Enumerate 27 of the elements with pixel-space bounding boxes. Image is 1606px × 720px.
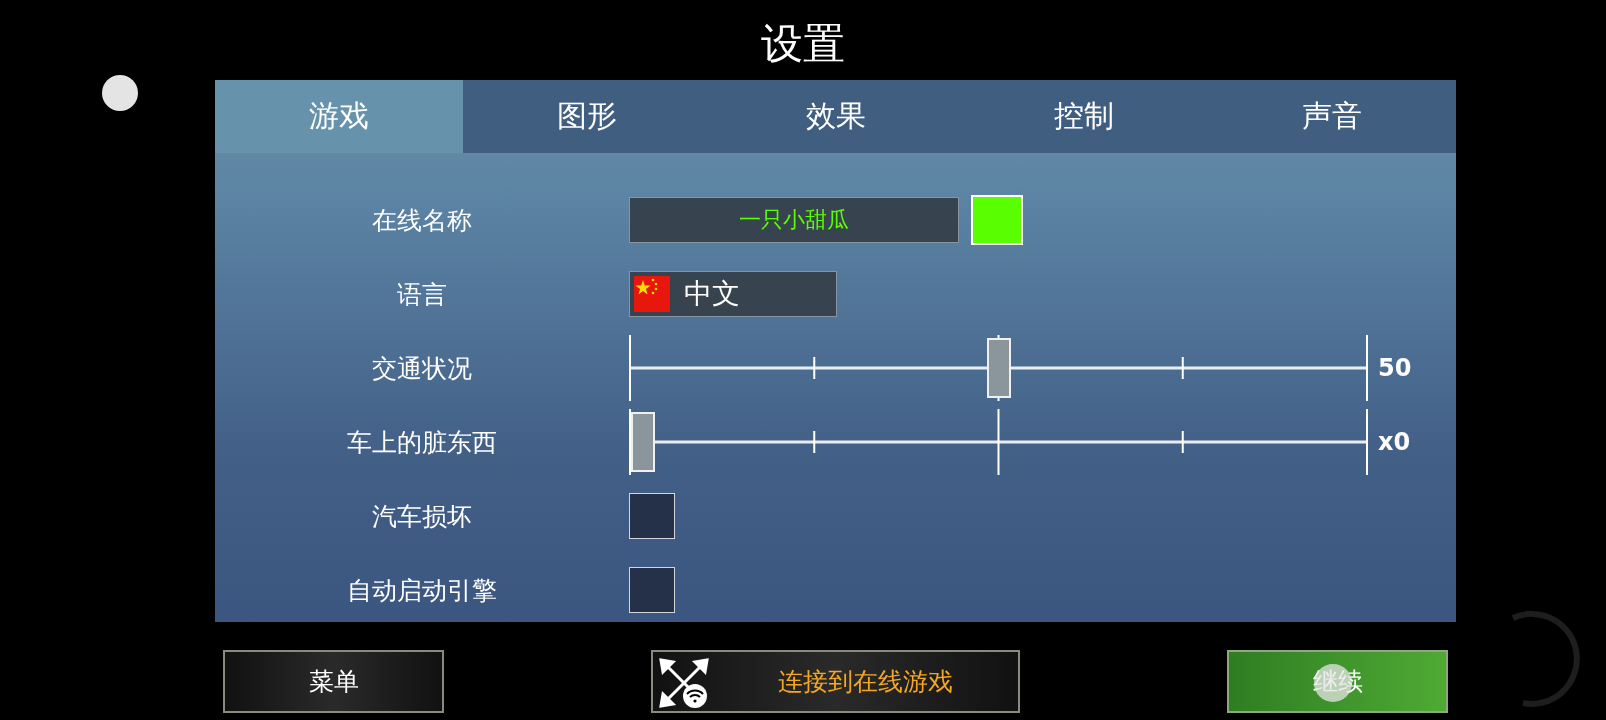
slider-value: 50	[1378, 354, 1412, 382]
flag-icon	[634, 276, 670, 312]
online-button[interactable]: 连接到在线游戏	[651, 650, 1020, 713]
tab[interactable]: 图形	[463, 80, 712, 153]
tab[interactable]: 控制	[959, 80, 1208, 153]
checkbox[interactable]	[629, 493, 675, 539]
slider-value: x0	[1378, 428, 1411, 456]
page-title: 设置	[761, 21, 845, 68]
slider-track[interactable]	[629, 335, 1368, 401]
name-field[interactable]: 一只小甜瓜	[629, 197, 959, 243]
network-icon	[659, 658, 709, 708]
language-dropdown[interactable]: 中文	[629, 271, 837, 317]
setting-label: 在线名称	[371, 204, 473, 237]
setting-label: 语言	[396, 278, 448, 311]
menu-button[interactable]: 菜单	[223, 650, 444, 713]
tab[interactable]: 声音	[1207, 80, 1456, 153]
tab[interactable]: 效果	[711, 80, 960, 153]
checkbox[interactable]	[629, 567, 675, 613]
setting-label: 汽车损坏	[371, 500, 473, 533]
setting-label: 车上的脏东西	[346, 426, 498, 459]
slider-thumb[interactable]	[631, 412, 655, 472]
dot-icon	[102, 75, 138, 111]
setting-label: 交通状况	[371, 352, 473, 385]
color-swatch[interactable]	[971, 195, 1023, 245]
setting-label: 自动启动引擎	[346, 574, 498, 607]
slider-track[interactable]	[629, 409, 1368, 475]
slider-thumb[interactable]	[986, 338, 1011, 398]
